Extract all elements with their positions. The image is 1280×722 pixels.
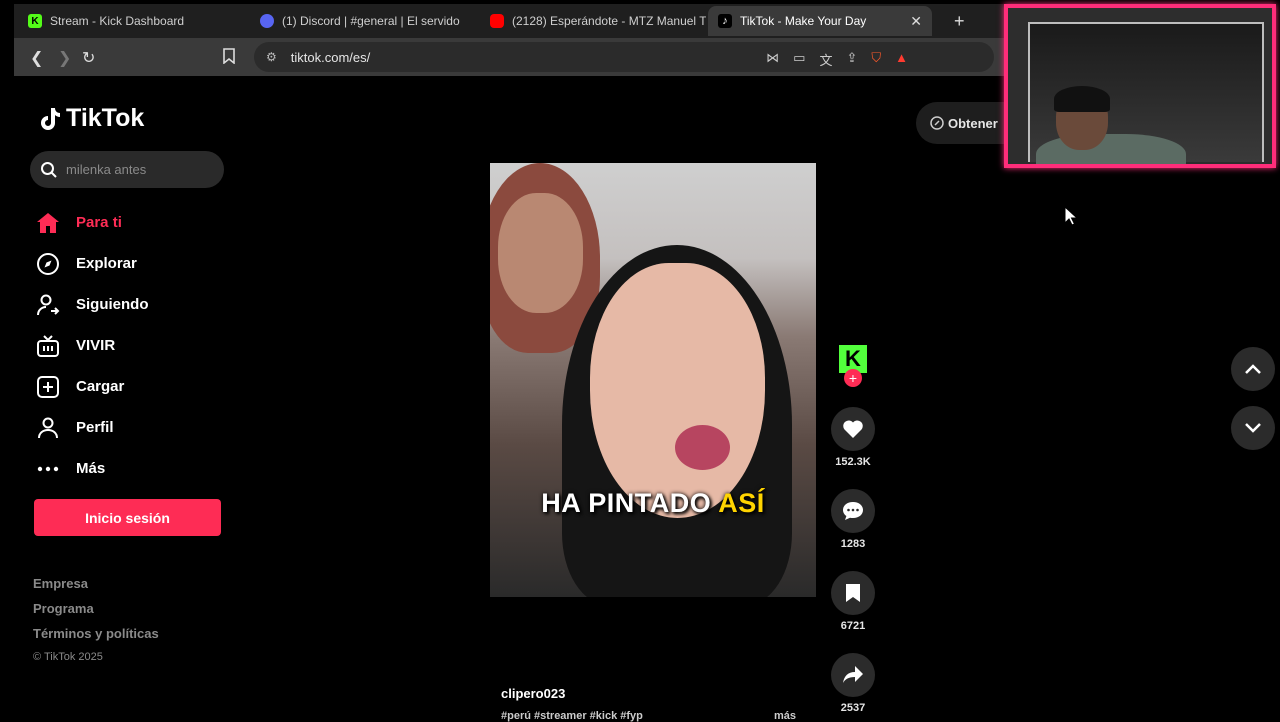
tiktok-favicon-icon: ♪: [718, 14, 732, 28]
webcam-person-hair: [1054, 86, 1110, 112]
reader-mode-icon[interactable]: ⋈: [766, 50, 779, 69]
sidebar-footer: Empresa Programa Términos y políticas © …: [33, 576, 159, 671]
sidebar-item-mas[interactable]: Más: [36, 448, 149, 489]
follow-plus-icon[interactable]: +: [844, 369, 862, 387]
close-tab-icon[interactable]: ✕: [910, 13, 922, 30]
mouse-cursor-icon: [1064, 206, 1078, 226]
browser-tab-kick[interactable]: K Stream - Kick Dashboard: [18, 6, 244, 36]
chevron-down-icon: [1245, 423, 1261, 433]
compass-icon: [36, 252, 60, 276]
video-author[interactable]: clipero023: [501, 686, 565, 701]
address-bar: ❮ ❯ ↻ ⚙ tiktok.com/es/ ⋈ ▭ 文 ⇪ ⛉ ▲: [14, 38, 1004, 76]
sidebar-item-label: Explorar: [76, 255, 137, 272]
share-arrow-icon: [843, 666, 863, 683]
sidebar-item-label: Más: [76, 460, 106, 477]
next-video-button[interactable]: [1231, 406, 1275, 450]
sidebar-item-label: Siguiendo: [76, 296, 149, 313]
browser-tab-bar: K Stream - Kick Dashboard (1) Discord | …: [14, 4, 1004, 38]
tab-title: (2128) Esperándote - MTZ Manuel Tu: [512, 14, 706, 28]
previous-video-button[interactable]: [1231, 347, 1275, 391]
following-icon: [36, 293, 60, 317]
cast-icon[interactable]: ▭: [793, 50, 805, 69]
video-actions: K + 152.3K 1283 6721 2537: [830, 345, 876, 715]
brand-name: TikTok: [66, 104, 145, 132]
video-caption: HA PINTADO ASÍ: [490, 488, 816, 519]
login-button[interactable]: Inicio sesión: [34, 499, 221, 536]
browser-tab-discord[interactable]: (1) Discord | #general | El servido: [250, 6, 470, 36]
comment-icon: [843, 502, 863, 520]
kick-favicon-icon: K: [28, 14, 42, 28]
save-button[interactable]: [831, 571, 875, 615]
new-tab-icon[interactable]: +: [954, 11, 965, 32]
upload-icon: [36, 375, 60, 399]
youtube-favicon-icon: [490, 14, 504, 28]
footer-link-programa[interactable]: Programa: [33, 601, 159, 626]
reload-icon[interactable]: ↻: [82, 48, 95, 68]
sidebar-nav: Para ti Explorar Siguiendo VIVIR Cargar …: [36, 202, 149, 489]
more-icon: [36, 457, 60, 481]
get-app-label: Obtener: [948, 115, 998, 131]
comment-count: 1283: [840, 538, 866, 550]
search-input[interactable]: [66, 162, 206, 177]
sidebar-item-label: Para ti: [76, 214, 122, 231]
sidebar-item-explorar[interactable]: Explorar: [36, 243, 149, 284]
tab-title: TikTok - Make Your Day: [740, 14, 867, 28]
like-button[interactable]: [831, 407, 875, 451]
search-box[interactable]: [30, 151, 224, 188]
save-count: 6721: [840, 620, 866, 632]
site-settings-icon[interactable]: ⚙: [266, 50, 277, 64]
get-app-icon: [930, 116, 944, 130]
get-app-button[interactable]: Obtener: [916, 102, 1006, 144]
video-player[interactable]: HA PINTADO ASÍ: [490, 163, 816, 597]
forward-icon[interactable]: ❯: [58, 48, 71, 68]
video-frame-face: [498, 193, 583, 313]
translate-icon[interactable]: 文: [819, 50, 832, 69]
url-text: tiktok.com/es/: [290, 49, 371, 65]
browser-tab-youtube[interactable]: (2128) Esperándote - MTZ Manuel Tu: [480, 6, 706, 36]
sidebar-item-cargar[interactable]: Cargar: [36, 366, 149, 407]
footer-link-terminos[interactable]: Términos y políticas: [33, 626, 159, 651]
sidebar-item-label: Cargar: [76, 378, 125, 395]
chevron-up-icon: [1245, 364, 1261, 374]
brave-shield-icon[interactable]: ⛉: [871, 50, 881, 69]
tab-title: (1) Discord | #general | El servido: [282, 14, 460, 28]
video-hashtags[interactable]: #perú #streamer #kick #fyp: [501, 710, 643, 722]
back-icon[interactable]: ❮: [30, 48, 43, 68]
video-more-link[interactable]: más: [774, 710, 796, 722]
sidebar-item-siguiendo[interactable]: Siguiendo: [36, 284, 149, 325]
video-frame-mouth: [675, 425, 730, 470]
brave-rewards-icon[interactable]: ▲: [895, 50, 908, 69]
sidebar-item-perfil[interactable]: Perfil: [36, 407, 149, 448]
share-button[interactable]: [831, 653, 875, 697]
home-icon: [36, 211, 60, 235]
like-count: 152.3K: [835, 456, 871, 468]
sidebar-item-vivir[interactable]: VIVIR: [36, 325, 149, 366]
profile-icon: [36, 416, 60, 440]
caption-highlight: ASÍ: [718, 488, 765, 518]
live-icon: [36, 334, 60, 358]
share-count: 2537: [840, 702, 866, 714]
sidebar-item-label: VIVIR: [76, 337, 116, 354]
sidebar-item-label: Perfil: [76, 419, 114, 436]
bookmark-icon[interactable]: [222, 48, 236, 69]
share-icon[interactable]: ⇪: [846, 50, 857, 69]
webcam-person-body: [1036, 134, 1186, 164]
discord-favicon-icon: [260, 14, 274, 28]
caption-main: HA PINTADO: [541, 488, 712, 518]
browser-toolbar-icons: ⋈ ▭ 文 ⇪ ⛉ ▲: [766, 50, 908, 69]
tab-title: Stream - Kick Dashboard: [50, 14, 185, 28]
webcam-overlay: [1004, 4, 1276, 168]
tiktok-note-icon: [41, 107, 60, 130]
search-icon: [41, 161, 57, 178]
video-frame-face: [590, 263, 765, 518]
heart-icon: [843, 420, 863, 438]
footer-link-empresa[interactable]: Empresa: [33, 576, 159, 601]
tiktok-logo[interactable]: TikTok: [38, 104, 144, 133]
browser-tab-tiktok[interactable]: ♪ TikTok - Make Your Day ✕: [708, 6, 932, 36]
comment-button[interactable]: [831, 489, 875, 533]
copyright: © TikTok 2025: [33, 651, 103, 663]
bookmark-icon: [846, 584, 860, 602]
sidebar-item-para-ti[interactable]: Para ti: [36, 202, 149, 243]
